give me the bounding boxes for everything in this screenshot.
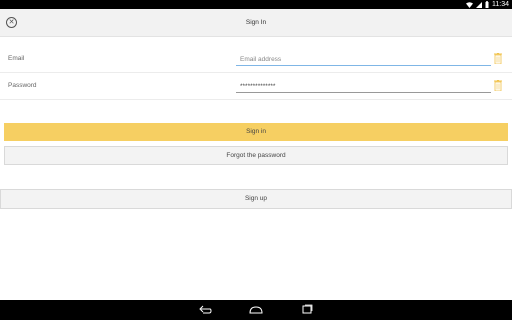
sign-up-button[interactable]: Sign up	[0, 189, 512, 209]
password-label: Password	[8, 82, 37, 89]
trash-icon[interactable]	[494, 80, 502, 91]
battery-icon	[485, 1, 489, 8]
email-row: Email	[0, 46, 512, 73]
status-time: 11:34	[492, 1, 509, 8]
forgot-password-button[interactable]: Forgot the password	[4, 146, 508, 165]
trash-icon[interactable]	[494, 53, 502, 64]
status-bar: 11:34	[0, 0, 512, 9]
title-bar: ✕ Sign In	[0, 9, 512, 37]
page-title: Sign In	[245, 19, 267, 26]
recent-apps-icon[interactable]	[300, 304, 314, 316]
back-icon[interactable]	[198, 304, 212, 316]
email-field[interactable]	[236, 54, 491, 66]
sign-in-button[interactable]: Sign in	[4, 123, 508, 141]
navigation-bar	[0, 300, 512, 320]
home-icon[interactable]	[249, 304, 263, 316]
password-field[interactable]	[236, 81, 491, 93]
password-row: Password	[0, 73, 512, 100]
wifi-icon	[466, 1, 473, 8]
signal-icon	[476, 1, 482, 8]
email-label: Email	[8, 55, 25, 62]
